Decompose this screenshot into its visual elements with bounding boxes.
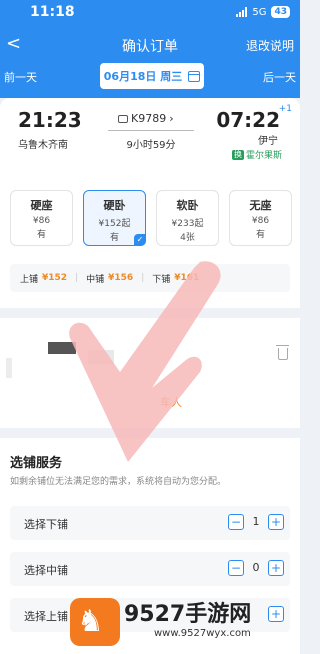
horse-logo-icon: ♞ <box>70 598 120 646</box>
berth-label: 上铺 <box>20 274 39 285</box>
chevron-right-icon: › <box>169 112 174 125</box>
check-icon: ✓ <box>134 234 146 246</box>
arrival-time: 07:22 <box>216 108 280 132</box>
seat-stock: 有 <box>255 230 265 240</box>
signal-icon <box>236 7 248 17</box>
train-number-label: K9789 <box>131 112 167 125</box>
travel-duration: 9小时59分 <box>126 140 176 151</box>
redacted-block <box>6 358 12 378</box>
seat-option-hard-sleeper[interactable]: 硬卧 ¥152起 有 ✓ <box>83 190 146 246</box>
berth-label: 下铺 <box>152 274 171 285</box>
seat-option-hard-seat[interactable]: 硬座 ¥86 有 <box>10 190 73 246</box>
arrival-station: 伊宁 <box>258 136 278 147</box>
arrival-tag: 换 霍尔果斯 <box>231 148 282 161</box>
trash-icon[interactable] <box>276 345 289 360</box>
train-number[interactable]: K9789 › <box>118 112 174 125</box>
option-label: 选择中铺 <box>24 564 68 577</box>
watermark-title: 9527手游网 <box>124 602 252 627</box>
plus-button[interactable]: + <box>268 514 284 530</box>
redacted-block <box>48 342 76 354</box>
seat-option-soft-sleeper[interactable]: 软卧 ¥233起 4张 <box>156 190 219 246</box>
option-label: 选择上铺 <box>24 610 68 623</box>
seat-name: 硬卧 <box>103 199 126 212</box>
network-label: 5G <box>252 6 267 18</box>
seat-name: 软卧 <box>176 199 199 212</box>
departure-time: 21:23 <box>18 108 82 132</box>
section-note: 如剩余铺位无法满足您的需求，系统将自动为您分配。 <box>10 477 227 487</box>
berth-price: ¥152 <box>42 273 68 283</box>
redacted-block <box>88 350 114 364</box>
status-time: 11:18 <box>30 4 75 20</box>
seat-price: ¥86 <box>32 216 51 226</box>
add-passenger-link[interactable]: 车人 <box>160 394 182 410</box>
option-label: 选择下铺 <box>24 518 68 531</box>
status-indicators: 5G 43 <box>236 6 290 18</box>
transfer-badge: 换 <box>231 149 244 160</box>
section-title: 选铺服务 <box>10 456 63 471</box>
plus-button[interactable]: + <box>268 560 284 576</box>
date-picker[interactable]: 06月18日 周三 <box>100 63 204 89</box>
passenger-section: 车人 <box>0 318 300 428</box>
divider: | <box>75 273 79 283</box>
quantity-value: 0 <box>252 561 260 574</box>
berth-option-lower: 选择下铺 − 1 + <box>10 506 290 540</box>
quantity-value: 1 <box>252 515 260 528</box>
seat-stock: 4张 <box>180 233 195 243</box>
train-icon <box>118 114 128 123</box>
status-bar: 11:18 5G 43 <box>0 0 300 26</box>
minus-button[interactable]: − <box>228 514 244 530</box>
seat-stock: 有 <box>36 230 46 240</box>
minus-button[interactable]: − <box>228 560 244 576</box>
divider: | <box>141 273 145 283</box>
berth-label: 中铺 <box>86 274 105 285</box>
arrival-tag-label: 霍尔果斯 <box>245 151 282 161</box>
logo-glyph: ♞ <box>77 604 104 639</box>
calendar-icon <box>188 70 201 82</box>
seat-name: 硬座 <box>30 199 53 212</box>
seat-price: ¥233起 <box>171 219 204 229</box>
date-label: 06月18日 周三 <box>103 70 183 83</box>
seat-name: 无座 <box>249 199 272 212</box>
train-card: 21:23 乌鲁木齐南 K9789 › 9小时59分 07:22 +1 伊宁 换… <box>0 98 300 308</box>
site-watermark: ♞ 9527手游网 www.9527wyx.com <box>70 596 280 648</box>
berth-price: ¥161 <box>174 273 200 283</box>
battery-icon: 43 <box>271 6 290 18</box>
seat-type-list: 硬座 ¥86 有 硬卧 ¥152起 有 ✓ 软卧 ¥233起 4张 无座 ¥86… <box>10 190 292 246</box>
refund-policy-link[interactable]: 退改说明 <box>246 37 294 54</box>
next-day-button[interactable]: 后一天 <box>263 69 296 85</box>
berth-option-middle: 选择中铺 − 0 + <box>10 552 290 586</box>
arrival-day-offset: +1 <box>278 104 292 114</box>
header: 11:18 5G 43 < 确认订单 退改说明 前一天 06月18日 周三 后一… <box>0 0 300 98</box>
watermark-url: www.9527wyx.com <box>154 628 251 639</box>
seat-price: ¥86 <box>251 216 270 226</box>
departure-station: 乌鲁木齐南 <box>18 140 68 151</box>
seat-option-standing[interactable]: 无座 ¥86 有 <box>229 190 292 246</box>
berth-price: ¥156 <box>108 273 134 283</box>
route-line <box>108 130 194 131</box>
date-switcher: 前一天 06月18日 周三 后一天 <box>0 62 300 90</box>
prev-day-button[interactable]: 前一天 <box>4 69 37 85</box>
seat-price: ¥152起 <box>98 219 131 229</box>
nav-bar: < 确认订单 退改说明 <box>0 32 300 58</box>
berth-prices: 上铺 ¥152 | 中铺 ¥156 | 下铺 ¥161 <box>10 264 290 292</box>
